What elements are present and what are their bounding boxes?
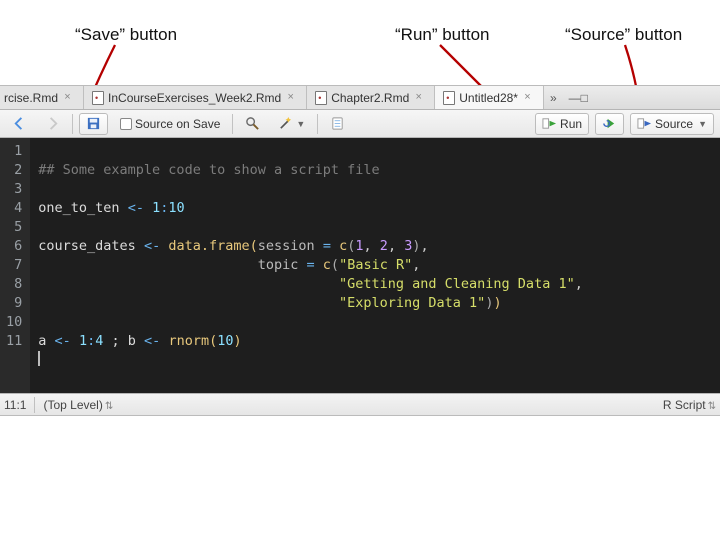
close-icon[interactable]: × <box>285 92 296 103</box>
close-icon[interactable]: × <box>62 92 73 103</box>
nav-fwd-button[interactable] <box>39 113 66 135</box>
cursor <box>38 351 40 366</box>
close-icon[interactable]: × <box>522 92 533 103</box>
run-button[interactable]: Run <box>535 113 589 135</box>
nav-back-icon <box>12 116 27 131</box>
tab-2-label: Chapter2.Rmd <box>331 91 409 105</box>
tab-1-label: InCourseExercises_Week2.Rmd <box>108 91 281 105</box>
tab-0-label: rcise.Rmd <box>4 91 58 105</box>
document-icon <box>92 91 104 105</box>
tab-3-label: Untitled28* <box>459 91 518 105</box>
status-bar: 11:1 (Top Level)⇅ R Script⇅ <box>0 393 720 415</box>
tab-3-active[interactable]: Untitled28* × <box>435 86 544 109</box>
floppy-icon <box>86 116 101 131</box>
close-icon[interactable]: × <box>413 92 424 103</box>
notebook-icon <box>330 116 345 131</box>
editor-window: rcise.Rmd× InCourseExercises_Week2.Rmd× … <box>0 85 720 416</box>
save-button[interactable] <box>79 113 108 135</box>
document-icon <box>443 91 455 105</box>
document-icon <box>315 91 327 105</box>
tab-1[interactable]: InCourseExercises_Week2.Rmd × <box>84 86 307 109</box>
rerun-button[interactable] <box>595 113 624 135</box>
callout-run-label: “Run” button <box>395 25 490 45</box>
wand-icon <box>278 116 293 131</box>
search-icon <box>245 116 260 131</box>
editor-toolbar: Source on Save ▼ Run Source ▼ <box>0 110 720 138</box>
run-label: Run <box>560 117 582 131</box>
code-editor[interactable]: ## Some example code to show a script fi… <box>30 138 720 393</box>
source-icon <box>637 116 652 131</box>
source-label: Source <box>655 117 693 131</box>
wand-button[interactable]: ▼ <box>272 113 311 135</box>
scope-selector[interactable]: (Top Level)⇅ <box>43 398 113 412</box>
checkbox-icon <box>120 118 132 130</box>
find-button[interactable] <box>239 113 266 135</box>
code-line-1: ## Some example code to show a script fi… <box>38 162 379 178</box>
source-on-save-label: Source on Save <box>135 117 220 131</box>
tab-bar: rcise.Rmd× InCourseExercises_Week2.Rmd× … <box>0 86 720 110</box>
run-icon <box>542 116 557 131</box>
tab-0[interactable]: rcise.Rmd × <box>0 86 84 109</box>
callout-source-label: “Source” button <box>565 25 682 45</box>
tab-2[interactable]: Chapter2.Rmd × <box>307 86 435 109</box>
callout-save-label: “Save” button <box>75 25 177 45</box>
code-line-3: one_to_ten <box>38 200 119 216</box>
notebook-button[interactable] <box>324 113 351 135</box>
tab-minmax-icon[interactable]: —□ <box>563 91 594 105</box>
tab-overflow-icon[interactable]: » <box>544 91 563 105</box>
line-gutter: 1234567891011 <box>0 138 30 393</box>
rerun-icon <box>602 116 617 131</box>
code-line-5: course_dates <box>38 238 136 254</box>
lang-selector[interactable]: R Script⇅ <box>663 398 716 412</box>
source-on-save-checkbox[interactable]: Source on Save <box>114 113 226 135</box>
code-area[interactable]: 1234567891011 ## Some example code to sh… <box>0 138 720 393</box>
nav-fwd-icon <box>45 116 60 131</box>
cursor-pos: 11:1 <box>4 398 26 412</box>
source-button[interactable]: Source ▼ <box>630 113 714 135</box>
nav-back-button[interactable] <box>6 113 33 135</box>
